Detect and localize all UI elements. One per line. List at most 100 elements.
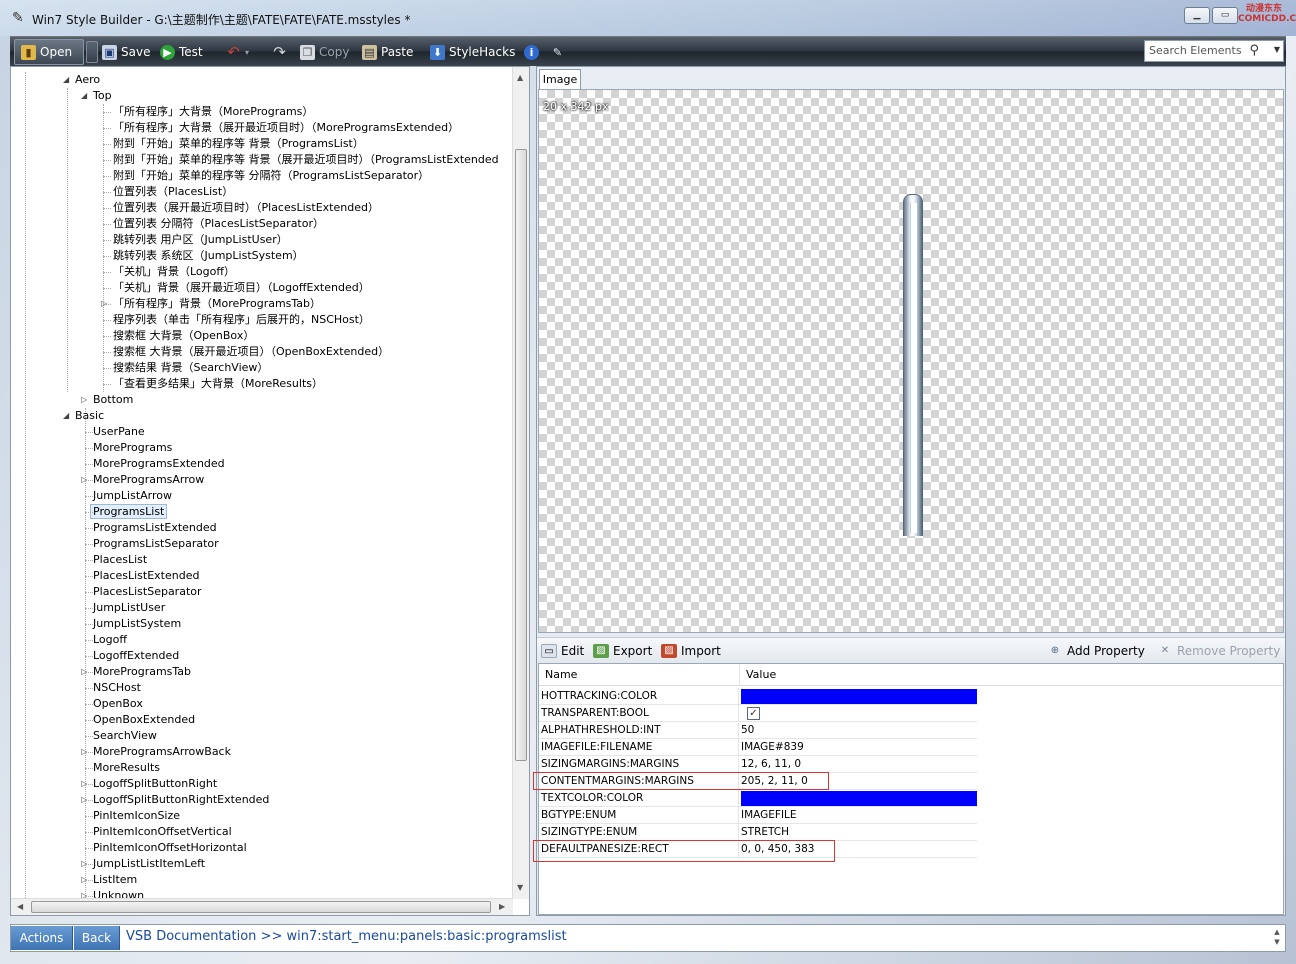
color-swatch[interactable] — [741, 791, 977, 806]
scrollbar-thumb[interactable] — [31, 901, 491, 913]
tree-node-bottom[interactable]: ▷ Bottom — [81, 392, 133, 408]
tree-node-top-item[interactable]: 位置列表 分隔符（PlacesListSeparator） — [113, 216, 324, 232]
open-dropdown-button[interactable] — [86, 41, 98, 63]
property-row[interactable]: HOTTRACKING:COLOR — [539, 688, 977, 705]
tree-node-basic-item[interactable]: NSCHost — [93, 680, 141, 696]
scroll-right-icon[interactable]: ▶ — [499, 902, 505, 911]
tree-node-basic-item[interactable]: OpenBox — [93, 696, 143, 712]
open-button[interactable]: ▮ Open — [14, 39, 84, 65]
tree-node-basic-item[interactable]: ProgramsListExtended — [93, 520, 217, 536]
save-button[interactable]: ▣ Save — [102, 42, 150, 62]
tab-image[interactable]: Image — [539, 69, 581, 90]
tree-node-basic-item[interactable]: PlacesListSeparator — [93, 584, 202, 600]
scroll-down-icon[interactable]: ▼ — [517, 883, 523, 892]
actions-button[interactable]: Actions — [11, 926, 73, 950]
status-scroll[interactable]: ▲ ▼ — [1271, 927, 1283, 951]
tree-horizontal-scrollbar[interactable]: ◀ ▶ — [11, 898, 513, 915]
tree-node-basic-item[interactable]: LogoffExtended — [93, 648, 179, 664]
tools-button[interactable]: ✎ — [550, 42, 565, 62]
tree-node-top-item[interactable]: 程序列表（单击「所有程序」后展开的，NSCHost） — [113, 312, 370, 328]
property-value[interactable]: IMAGEFILE — [741, 807, 977, 824]
tree-node-top-item[interactable]: 位置列表（展开最近项目时）（PlacesListExtended） — [113, 200, 379, 216]
stylehacks-button[interactable]: ⬇ StyleHacks — [430, 42, 515, 62]
tree-node-basic-item[interactable]: SearchView — [93, 728, 157, 744]
property-value[interactable]: 50 — [741, 722, 977, 739]
tree-node-basic-item[interactable]: MoreResults — [93, 760, 160, 776]
tree-node-basic-item[interactable]: MorePrograms — [93, 440, 172, 456]
tree-node-top[interactable]: ◢ Top — [81, 88, 112, 104]
export-button[interactable]: ▨ Export — [593, 643, 652, 659]
undo-button[interactable]: ↶ ▾ — [226, 42, 249, 62]
tree-node-basic-item[interactable]: PinItemIconOffsetVertical — [93, 824, 232, 840]
redo-button[interactable]: ↷ — [272, 42, 287, 62]
tree-node-basic-item[interactable]: ▷ LogoffSplitButtonRight — [81, 776, 217, 792]
property-value[interactable] — [741, 688, 977, 705]
collapse-arrow-icon[interactable]: ◢ — [63, 408, 69, 424]
minimize-button[interactable]: ▁ — [1184, 7, 1210, 24]
tree-node-top-item[interactable]: 搜索框 大背景（展开最近项目）（OpenBoxExtended） — [113, 344, 389, 360]
tree-node-top-item[interactable]: 「所有程序」大背景（MorePrograms） — [113, 104, 313, 120]
tree-node-basic-item[interactable]: ▷ ListItem — [81, 872, 137, 888]
tree-node-top-item[interactable]: 「关机」背景（展开最近项目）（LogoffExtended） — [113, 280, 370, 296]
tree-node-basic-item[interactable]: PinItemIconSize — [93, 808, 180, 824]
property-value[interactable]: IMAGE#839 — [741, 739, 977, 756]
remove-property-button[interactable]: ✕ Remove Property — [1157, 643, 1281, 659]
tree-node-basic-item[interactable]: PlacesList — [93, 552, 147, 568]
tree-node-basic-item[interactable]: OpenBoxExtended — [93, 712, 195, 728]
color-swatch[interactable] — [741, 689, 977, 704]
tree-node-top-item[interactable]: 跳转列表 系统区（JumpListSystem） — [113, 248, 304, 264]
tree-node-top-item[interactable]: 跳转列表 用户区（JumpListUser） — [113, 232, 288, 248]
tree-node-top-item[interactable]: 「所有程序」大背景（展开最近项目时）（MoreProgramsExtended） — [113, 120, 459, 136]
tree-vertical-scrollbar[interactable]: ▲ ▼ — [512, 67, 529, 899]
paste-button[interactable]: ▤ Paste — [362, 42, 413, 62]
property-row[interactable]: ALPHATHRESHOLD:INT 50 — [539, 722, 977, 739]
tree-node-basic-item[interactable]: ProgramsListSeparator — [93, 536, 219, 552]
property-value[interactable]: 12, 6, 11, 0 — [741, 756, 977, 773]
tree-node-basic-item[interactable]: ▷ MoreProgramsTab — [81, 664, 191, 680]
column-header-name[interactable]: Name — [539, 664, 739, 686]
tree-node-basic-item[interactable]: JumpListUser — [93, 600, 165, 616]
search-icon[interactable]: ⚲ — [1249, 43, 1259, 58]
tree-node-top-item[interactable]: 附到「开始」菜单的程序等 分隔符（ProgramsListSeparator） — [113, 168, 429, 184]
chevron-down-icon[interactable]: ▼ — [1274, 45, 1280, 54]
tree-node-top-item[interactable]: 「查看更多结果」大背景（MoreResults） — [113, 376, 323, 392]
tree-node-basic-item[interactable]: MoreProgramsExtended — [93, 456, 225, 472]
collapse-arrow-icon[interactable]: ◢ — [63, 72, 69, 88]
tree-node-basic-item[interactable]: ▷ MoreProgramsArrowBack — [81, 744, 231, 760]
property-row[interactable]: SIZINGMARGINS:MARGINS 12, 6, 11, 0 — [539, 756, 977, 773]
property-row[interactable]: BGTYPE:ENUM IMAGEFILE — [539, 807, 977, 824]
tree-node-top-item[interactable]: 附到「开始」菜单的程序等 背景（展开最近项目时）（ProgramsListExt… — [113, 152, 499, 168]
documentation-breadcrumb[interactable]: VSB Documentation >> win7:start_menu:pan… — [126, 929, 567, 944]
maximize-button[interactable]: ▭ — [1212, 7, 1238, 24]
checkbox[interactable]: ✓ — [747, 707, 760, 720]
property-row[interactable]: IMAGEFILE:FILENAME IMAGE#839 — [539, 739, 977, 756]
info-button[interactable]: i — [524, 42, 539, 62]
property-value[interactable]: ✓ — [741, 705, 977, 722]
edit-button[interactable]: ▭ Edit — [541, 643, 584, 659]
tree-node-basic-item[interactable]: PinItemIconOffsetHorizontal — [93, 840, 247, 856]
tree-node-basic-item[interactable]: JumpListSystem — [93, 616, 181, 632]
expand-arrow-icon[interactable]: ▷ — [81, 392, 87, 408]
add-property-button[interactable]: ⊕ Add Property — [1047, 643, 1145, 659]
tree-node-basic-item[interactable]: JumpListArrow — [93, 488, 172, 504]
column-header-value[interactable]: Value — [739, 664, 979, 686]
scroll-up-icon[interactable]: ▲ — [517, 73, 523, 82]
import-button[interactable]: ▨ Import — [661, 643, 721, 659]
property-value[interactable] — [741, 790, 977, 807]
property-row[interactable]: TEXTCOLOR:COLOR — [539, 790, 977, 807]
tree-node-aero[interactable]: ◢ Aero — [63, 72, 100, 88]
search-input[interactable]: Search Elements ⚲ ▼ — [1144, 40, 1284, 62]
scroll-left-icon[interactable]: ◀ — [17, 902, 23, 911]
scrollbar-thumb[interactable] — [515, 149, 527, 761]
tree-node-basic-item[interactable]: ▷ MoreProgramsArrow — [81, 472, 204, 488]
test-button[interactable]: ▶ Test — [160, 42, 203, 62]
tree-node-top-item[interactable]: 搜索结果 背景（SearchView） — [113, 360, 268, 376]
back-button[interactable]: Back — [74, 926, 120, 950]
tree-node-top-item[interactable]: 搜索框 大背景（OpenBox） — [113, 328, 254, 344]
property-row[interactable]: TRANSPARENT:BOOL ✓ — [539, 705, 977, 722]
tree-node-top-item[interactable]: 位置列表（PlacesList） — [113, 184, 233, 200]
tree-node-basic-item[interactable]: UserPane — [93, 424, 145, 440]
tree-node-top-item[interactable]: 「关机」背景（Logoff） — [113, 264, 235, 280]
collapse-arrow-icon[interactable]: ◢ — [81, 88, 87, 104]
tree-node-basic-item[interactable]: ▷ JumpListListItemLeft — [81, 856, 205, 872]
